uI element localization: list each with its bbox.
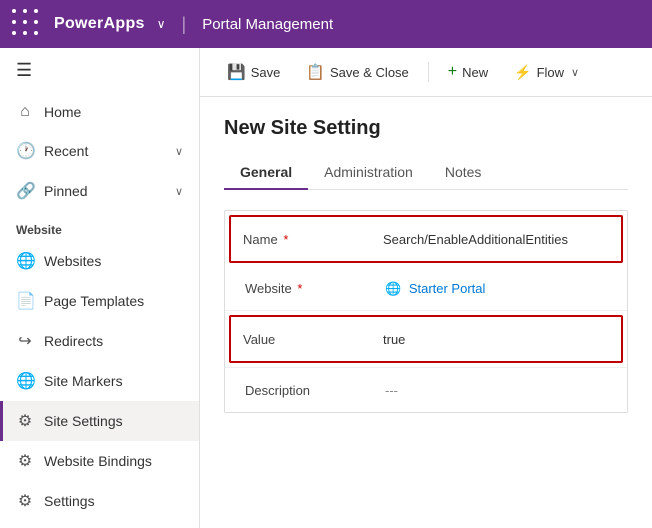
save-close-button[interactable]: 📋 Save & Close xyxy=(295,56,419,88)
tab-administration[interactable]: Administration xyxy=(308,156,429,190)
sidebar-label-page-templates: Page Templates xyxy=(44,293,183,309)
tab-notes[interactable]: Notes xyxy=(429,156,498,190)
sidebar-item-redirects[interactable]: ↪ Redirects xyxy=(0,321,199,361)
recent-icon: 🕐 xyxy=(16,141,34,161)
sidebar-label-websites: Websites xyxy=(44,253,183,269)
sidebar-item-site-settings[interactable]: ⚙ Site Settings xyxy=(0,401,199,441)
pinned-icon: 🔗 xyxy=(16,181,34,201)
sidebar-item-page-templates[interactable]: 📄 Page Templates xyxy=(0,281,199,321)
sidebar-item-pinned[interactable]: 🔗 Pinned ∨ xyxy=(0,171,199,211)
settings-icon: ⚙ xyxy=(16,491,34,511)
sidebar-item-settings[interactable]: ⚙ Settings xyxy=(0,481,199,521)
site-settings-icon: ⚙ xyxy=(16,411,34,431)
content-area: 💾 Save 📋 Save & Close + New ⚡ Flow ∨ New… xyxy=(200,48,652,528)
page-title: New Site Setting xyxy=(224,117,628,140)
sidebar-item-recent[interactable]: 🕐 Recent ∨ xyxy=(0,131,199,171)
top-navigation-bar: PowerApps ∨ | Portal Management xyxy=(0,0,652,48)
hamburger-icon[interactable]: ☰ xyxy=(0,48,199,93)
name-required-marker: * xyxy=(283,232,288,247)
flow-label: Flow xyxy=(537,65,564,80)
waffle-menu-icon[interactable] xyxy=(12,9,42,39)
topbar-separator: | xyxy=(182,14,187,35)
sidebar-item-website-bindings[interactable]: ⚙ Website Bindings xyxy=(0,441,199,481)
sidebar: ☰ ⌂ Home 🕐 Recent ∨ 🔗 Pinned ∨ Website 🌐… xyxy=(0,48,200,528)
sidebar-section-website: Website xyxy=(0,211,199,241)
sidebar-label-website-bindings: Website Bindings xyxy=(44,453,183,469)
form-section: Name * Search/EnableAdditionalEntities W… xyxy=(224,210,628,413)
save-close-icon: 📋 xyxy=(306,63,325,81)
description-value[interactable]: --- xyxy=(385,383,607,398)
sidebar-label-site-markers: Site Markers xyxy=(44,373,183,389)
pinned-chevron-icon: ∨ xyxy=(175,185,183,198)
globe-icon: 🌐 xyxy=(385,281,401,296)
sidebar-label-recent: Recent xyxy=(44,143,165,159)
save-button[interactable]: 💾 Save xyxy=(216,56,291,88)
website-bindings-icon: ⚙ xyxy=(16,451,34,471)
save-label: Save xyxy=(251,65,281,80)
new-button[interactable]: + New xyxy=(437,56,499,88)
value-row-container: Value xyxy=(225,315,627,368)
sidebar-item-home[interactable]: ⌂ Home xyxy=(0,93,199,131)
name-label: Name * xyxy=(243,232,383,247)
website-required-marker: * xyxy=(297,281,302,296)
name-field-wrapper: Name * Search/EnableAdditionalEntities xyxy=(229,215,623,263)
flow-icon: ⚡ xyxy=(514,64,531,81)
value-label: Value xyxy=(243,332,383,347)
flow-chevron-icon: ∨ xyxy=(571,66,579,79)
sidebar-label-home: Home xyxy=(44,104,183,120)
description-row: Description --- xyxy=(225,368,627,412)
websites-icon: 🌐 xyxy=(16,251,34,271)
sidebar-label-pinned: Pinned xyxy=(44,183,165,199)
page-content: New Site Setting General Administration … xyxy=(200,97,652,528)
recent-chevron-icon: ∨ xyxy=(175,145,183,158)
toolbar: 💾 Save 📋 Save & Close + New ⚡ Flow ∨ xyxy=(200,48,652,97)
sidebar-label-settings: Settings xyxy=(44,493,183,509)
value-field-wrapper: Value xyxy=(229,315,623,363)
toolbar-separator xyxy=(428,62,429,82)
sidebar-item-websites[interactable]: 🌐 Websites xyxy=(0,241,199,281)
description-label: Description xyxy=(245,383,385,398)
page-templates-icon: 📄 xyxy=(16,291,34,311)
home-icon: ⌂ xyxy=(16,103,34,121)
sidebar-label-site-settings: Site Settings xyxy=(44,413,183,429)
redirects-icon: ↪ xyxy=(16,331,34,351)
site-markers-icon: 🌐 xyxy=(16,371,34,391)
save-icon: 💾 xyxy=(227,63,246,81)
name-value[interactable]: Search/EnableAdditionalEntities xyxy=(383,232,609,247)
name-row: Name * Search/EnableAdditionalEntities xyxy=(231,217,621,261)
sidebar-item-site-markers[interactable]: 🌐 Site Markers xyxy=(0,361,199,401)
tab-general[interactable]: General xyxy=(224,156,308,190)
website-value-text: Starter Portal xyxy=(409,281,486,296)
website-label: Website * xyxy=(245,281,385,296)
new-label: New xyxy=(462,65,488,80)
app-name: PowerApps xyxy=(54,15,145,33)
app-chevron-icon[interactable]: ∨ xyxy=(157,17,166,31)
main-layout: ☰ ⌂ Home 🕐 Recent ∨ 🔗 Pinned ∨ Website 🌐… xyxy=(0,48,652,528)
save-close-label: Save & Close xyxy=(330,65,409,80)
portal-name: Portal Management xyxy=(202,16,333,33)
new-plus-icon: + xyxy=(448,63,457,81)
tab-bar: General Administration Notes xyxy=(224,156,628,190)
value-input[interactable] xyxy=(383,332,609,347)
flow-button[interactable]: ⚡ Flow ∨ xyxy=(503,57,590,88)
website-row: Website * 🌐 Starter Portal xyxy=(225,267,627,311)
sidebar-label-redirects: Redirects xyxy=(44,333,183,349)
website-value[interactable]: 🌐 Starter Portal xyxy=(385,281,607,297)
value-row: Value xyxy=(231,317,621,361)
